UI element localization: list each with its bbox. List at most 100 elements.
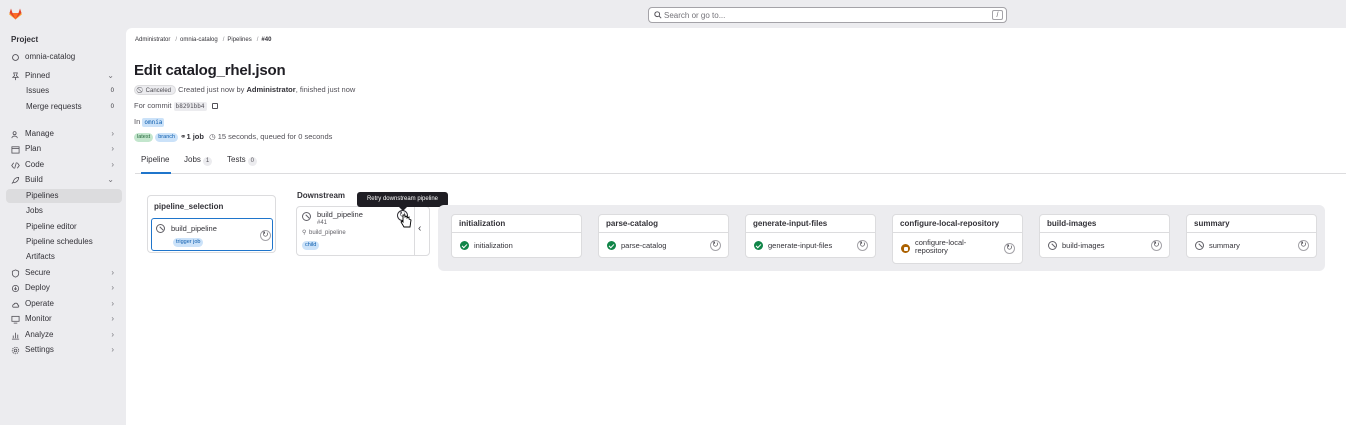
copy-icon[interactable] [211,103,218,110]
sidebar-item-artifacts[interactable]: Artifacts [3,250,122,264]
sidebar-item-label: Analyze [25,330,54,339]
author-link[interactable]: Administrator [247,85,296,94]
sidebar-item-secure[interactable]: Secure › [3,266,122,280]
jobs-count: 1 job [186,132,204,141]
downstream-pipeline-id: #41 [317,220,328,226]
sidebar-item-pipelines[interactable]: Pipelines [6,189,122,203]
tab-label: Jobs [184,155,201,164]
chevron-down-icon: ⌄ [107,175,114,184]
chevron-right-icon: › [111,283,114,292]
divider [746,232,875,233]
source-job-icon: ⚲ [302,230,307,236]
sidebar-item-issues[interactable]: Issues 0 [3,84,122,98]
job-configure-local-repository[interactable]: configure-local-repository [896,235,1019,261]
divider [1040,232,1169,233]
sidebar-item-analyze[interactable]: Analyze › [3,328,122,342]
canceled-icon: ⃠ [138,86,144,96]
job-summary[interactable]: summary [1190,235,1313,255]
in-label: In [134,117,141,126]
commit-row: For commit b8291bb4 [134,101,218,111]
deploy-icon [11,284,20,293]
breadcrumb-separator: / [222,37,225,43]
stage-summary: summary summary [1186,214,1317,258]
breadcrumb-item[interactable]: Administrator [135,37,170,43]
sidebar-item-label: Jobs [26,206,43,215]
stage-parse-catalog: parse-catalog parse-catalog [598,214,729,258]
sidebar-item-label: Merge requests [26,102,82,111]
sidebar-item-settings[interactable]: Settings › [3,343,122,357]
sidebar-item-build[interactable]: Build ⌄ [3,173,122,187]
duration-text: 15 seconds, queued for 0 seconds [217,132,333,141]
job-parse-catalog[interactable]: parse-catalog [602,235,725,255]
breadcrumb-item[interactable]: Pipelines [227,37,251,43]
tab-jobs[interactable]: Jobs 1 [184,155,213,174]
trigger-job-badge: trigger job [173,238,204,247]
retry-icon[interactable] [710,240,721,251]
tooltip: Retry downstream pipeline [357,192,448,211]
sidebar-item-manage[interactable]: Manage › [3,127,122,141]
job-build-pipeline[interactable]: build_pipeline trigger job [151,218,273,251]
sidebar-item-label: Pipelines [26,191,59,200]
pipeline-tabs: Pipeline Jobs 1 Tests 0 [135,152,1346,174]
sidebar-pinned[interactable]: Pinned ⌄ [3,69,122,83]
job-generate-input-files[interactable]: generate-input-files [749,235,872,255]
sidebar-item-merge-requests[interactable]: Merge requests 0 [3,100,122,114]
collapse-chevron-left-icon[interactable]: ‹ [418,223,421,234]
stage-configure-local-repository: configure-local-repository configure-loc… [892,214,1023,264]
sidebar-section-title: Project [11,35,39,44]
project-name: omnia-catalog [25,52,76,61]
stage-title: build-images [1047,219,1097,228]
sidebar-item-label: Artifacts [26,252,55,261]
divider [414,207,415,255]
sidebar-item-monitor[interactable]: Monitor › [3,312,122,326]
status-badge-label: Canceled [145,88,172,95]
sidebar-item-operate[interactable]: Operate › [3,297,122,311]
retry-icon[interactable] [1151,240,1162,251]
latest-badge: latest [134,132,154,142]
sidebar-item-jobs[interactable]: Jobs [3,204,122,218]
retry-icon[interactable] [1298,240,1309,251]
retry-icon[interactable] [857,240,868,251]
stage-title: initialization [459,219,506,228]
retry-icon[interactable] [260,230,271,241]
sidebar-item-label: Build [25,175,43,184]
sidebar-item-pipeline-editor[interactable]: Pipeline editor [3,220,122,234]
divider [893,232,1022,233]
breadcrumb: Administrator / omnia-catalog / Pipelines / #4… [135,37,273,43]
downstream-pipeline-name[interactable]: build_pipeline [317,211,363,219]
job-name: build-images [1062,241,1105,250]
sidebar-item-deploy[interactable]: Deploy › [3,281,122,295]
ref-link[interactable]: omnia [142,118,165,127]
stage-initialization: initialization initialization [451,214,582,258]
sidebar-item-label: Manage [25,129,54,138]
sidebar-item-label: Monitor [25,314,52,323]
sidebar-item-pipeline-schedules[interactable]: Pipeline schedules [3,235,122,249]
breadcrumb-item[interactable]: omnia-catalog [180,37,218,43]
tab-pipeline[interactable]: Pipeline [141,155,171,174]
sidebar-item-plan[interactable]: Plan › [3,142,122,156]
chevron-right-icon: › [111,268,114,277]
chevron-right-icon: › [111,314,114,323]
canceled-status-icon [302,212,311,221]
sidebar-item-code[interactable]: Code › [3,158,122,172]
job-initialization[interactable]: initialization [455,235,578,255]
job-build-images[interactable]: build-images [1043,235,1166,255]
gitlab-logo-icon[interactable] [9,8,22,20]
search-input[interactable]: Search or go to... / [648,7,1007,23]
ref-row: In omnia [134,117,165,127]
divider [599,232,728,233]
tab-count: 1 [202,157,213,166]
page-title: Edit catalog_rhel.json [134,62,286,79]
source-job-name[interactable]: build_pipeline [309,229,346,237]
commit-sha[interactable]: b8291bb4 [173,102,207,111]
sidebar-project-link[interactable]: omnia-catalog [3,50,122,64]
stage-pipeline-selection: pipeline_selection build_pipeline trigge… [147,195,276,253]
tab-tests[interactable]: Tests 0 [227,155,258,174]
top-bar: Search or go to... / [0,0,1346,28]
breadcrumb-current[interactable]: #40 [261,37,271,43]
status-badge[interactable]: ⃠ Canceled [134,85,177,96]
stage-title: generate-input-files [753,219,828,228]
sidebar-item-label: Settings [25,345,54,354]
retry-icon[interactable] [1004,243,1015,254]
job-name: build_pipeline [171,224,217,233]
